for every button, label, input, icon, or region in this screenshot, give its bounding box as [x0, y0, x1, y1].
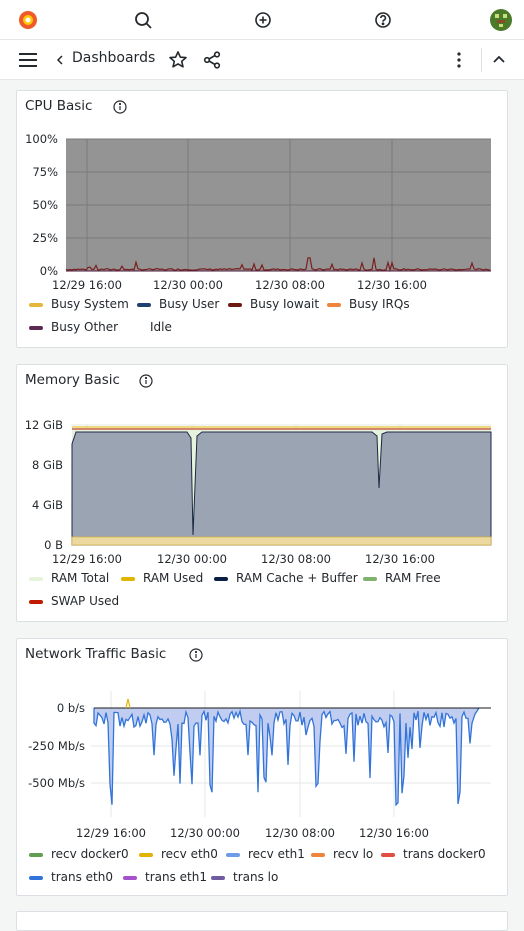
help-icon[interactable] — [371, 8, 395, 32]
x-tick-label: 12/30 00:00 — [157, 552, 227, 566]
top-bar — [0, 0, 524, 40]
star-icon[interactable] — [166, 48, 190, 72]
nav-divider — [481, 48, 482, 72]
x-tick-label: 12/30 00:00 — [170, 826, 240, 840]
legend-swatch — [311, 853, 325, 857]
cpu-legend: Busy System Busy User Busy Iowait Busy IRQs… — [29, 297, 499, 343]
dashboard-nav-bar: Dashboards — [0, 40, 524, 80]
legend-label: recv eth1 — [248, 847, 305, 861]
y-tick-label: 8 GiB — [32, 458, 63, 472]
y-tick-label: 12 GiB — [25, 418, 63, 432]
cpu-basic-panel: CPU Basic 100% 75% 50% 25% 0% 12/29 16:00 12/3… — [16, 90, 508, 348]
legend-label: recv lo — [333, 847, 374, 861]
y-tick-label: 100% — [25, 132, 58, 146]
y-tick-label: -250 Mb/s — [28, 739, 85, 753]
legend-swatch — [139, 853, 153, 857]
legend-label: trans docker0 — [403, 847, 486, 861]
legend-label: recv docker0 — [51, 847, 129, 861]
x-tick-label: 12/30 16:00 — [359, 826, 429, 840]
memory-chart[interactable]: 12 GiB 8 GiB 4 GiB 0 B12/29 16:00 12/30 00:0… — [17, 403, 509, 569]
legend-swatch — [29, 876, 43, 880]
x-tick-label: 12/29 16:00 — [76, 826, 146, 840]
panel-title: Memory Basic — [25, 372, 120, 388]
chevron-up-icon[interactable] — [487, 48, 511, 72]
x-tick-label: 12/30 08:00 — [255, 278, 325, 289]
info-icon[interactable] — [188, 647, 204, 663]
x-tick-label: 12/30 00:00 — [153, 278, 223, 289]
legend-swatch — [137, 303, 151, 307]
legend-swatch — [123, 876, 137, 880]
network-traffic-panel: Network Traffic Basic 0 b/s -250 Mb/s -500… — [16, 638, 508, 896]
legend-label: SWAP Used — [51, 594, 120, 608]
legend-label: Busy Other — [51, 320, 119, 334]
breadcrumb-dashboards[interactable]: Dashboards — [72, 50, 155, 66]
legend-label: RAM Used — [143, 571, 204, 585]
grafana-logo-icon[interactable] — [16, 8, 40, 32]
legend-swatch — [363, 577, 377, 581]
legend-label: recv eth0 — [161, 847, 218, 861]
network-legend: recv docker0 recv eth0 recv eth1 recv lo tra… — [29, 847, 499, 893]
search-icon[interactable] — [131, 8, 155, 32]
legend-swatch — [29, 600, 43, 604]
legend-swatch — [121, 577, 135, 581]
memory-legend: RAM Total RAM Used RAM Cache + Buffer RAM F… — [29, 571, 499, 617]
x-tick-label: 12/29 16:00 — [52, 552, 122, 566]
chevron-left-icon[interactable] — [56, 53, 64, 67]
legend-swatch — [214, 577, 228, 581]
info-icon[interactable] — [112, 99, 128, 115]
legend-label: RAM Cache + Buffer — [236, 571, 358, 585]
ram-cache-area — [71, 431, 492, 546]
legend-swatch — [29, 303, 43, 307]
legend-swatch — [29, 853, 43, 857]
cpu-chart[interactable]: 100% 75% 50% 25% 0%12/29 16:00 12/30 00:00 12/… — [17, 129, 509, 289]
ram-used-area — [71, 536, 492, 546]
legend-label: Busy User — [159, 297, 220, 311]
legend-label: Idle — [150, 320, 172, 334]
legend-swatch — [226, 853, 240, 857]
share-icon[interactable] — [200, 48, 224, 72]
y-tick-label: -500 Mb/s — [28, 776, 85, 790]
info-icon[interactable] — [138, 373, 154, 389]
legend-swatch — [327, 303, 341, 307]
x-tick-label: 12/30 16:00 — [357, 278, 427, 289]
x-tick-label: 12/30 08:00 — [265, 826, 335, 840]
legend-label: Busy IRQs — [349, 297, 410, 311]
avatar[interactable] — [489, 8, 513, 32]
panel-title: Network Traffic Basic — [25, 646, 167, 662]
legend-label: RAM Free — [385, 571, 441, 585]
y-tick-label: 50% — [32, 198, 58, 212]
legend-label: Busy System — [51, 297, 129, 311]
legend-swatch — [29, 577, 43, 581]
x-tick-label: 12/30 16:00 — [365, 552, 435, 566]
memory-basic-panel: Memory Basic 12 GiB 8 GiB 4 GiB 0 B 12/29 16… — [16, 364, 508, 622]
y-tick-label: 4 GiB — [32, 498, 63, 512]
menu-icon[interactable] — [16, 48, 40, 72]
legend-swatch — [211, 876, 225, 880]
legend-swatch — [381, 853, 395, 857]
y-tick-label: 0 B — [44, 538, 63, 552]
y-tick-label: 75% — [32, 165, 58, 179]
legend-label: RAM Total — [51, 571, 110, 585]
legend-swatch — [228, 303, 242, 307]
legend-swatch — [29, 326, 43, 330]
legend-label: trans eth0 — [51, 870, 113, 884]
network-chart[interactable]: 0 b/s -250 Mb/s -500 Mb/s 12/29 16:00 12/30 … — [17, 677, 509, 843]
kebab-icon[interactable] — [447, 48, 471, 72]
x-tick-label: 12/30 08:00 — [261, 552, 331, 566]
y-tick-label: 0% — [40, 264, 58, 278]
y-tick-label: 25% — [32, 231, 58, 245]
recv-eth0-line — [125, 698, 131, 709]
next-panel — [16, 911, 508, 931]
y-tick-label: 0 b/s — [57, 701, 85, 715]
x-tick-label: 12/29 16:00 — [52, 278, 122, 289]
plus-circle-icon[interactable] — [251, 8, 275, 32]
legend-label: trans lo — [233, 870, 279, 884]
panel-title: CPU Basic — [25, 98, 93, 114]
legend-label: Busy Iowait — [250, 297, 320, 311]
legend-label: trans eth1 — [145, 870, 207, 884]
